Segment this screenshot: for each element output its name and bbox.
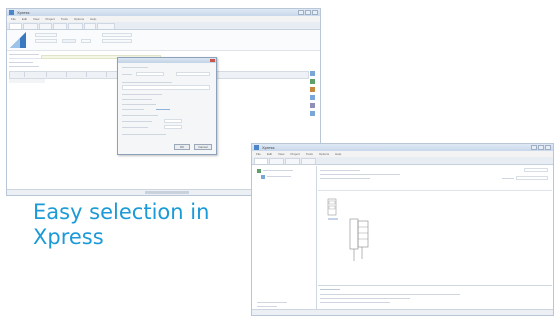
tab-5[interactable] xyxy=(67,23,84,29)
tab-3[interactable] xyxy=(284,158,301,164)
menu-file[interactable]: File xyxy=(256,152,261,156)
menu-edit[interactable]: Edit xyxy=(267,152,272,156)
tab-4[interactable] xyxy=(52,23,67,29)
menu-options[interactable]: Options xyxy=(74,17,84,21)
app-icon xyxy=(9,10,14,15)
field-6[interactable] xyxy=(102,39,132,43)
close-icon[interactable] xyxy=(312,10,318,15)
dialog-input[interactable] xyxy=(136,72,164,76)
tree-node-icon xyxy=(257,169,261,173)
menu-view[interactable]: View xyxy=(278,152,284,156)
dialog-field-a[interactable] xyxy=(164,119,182,123)
side-toolbar xyxy=(310,71,316,121)
menu-view[interactable]: View xyxy=(33,17,39,21)
status-text xyxy=(145,191,189,194)
details-header xyxy=(318,166,552,188)
window-title: Xpress xyxy=(17,10,30,15)
tree-node[interactable] xyxy=(257,169,297,173)
menu-project[interactable]: Project xyxy=(290,152,299,156)
header-panel xyxy=(7,30,320,51)
dialog-dropdown[interactable] xyxy=(176,72,210,76)
menu-help[interactable]: Help xyxy=(90,17,96,21)
cancel-button[interactable]: Cancel xyxy=(194,144,212,150)
component-drawing-icon xyxy=(327,198,369,261)
zoom-control[interactable] xyxy=(516,176,548,180)
toolbar-icon[interactable] xyxy=(310,79,315,84)
ok-button[interactable]: OK xyxy=(174,144,190,150)
ribbon-tabs xyxy=(7,22,320,30)
tab-2[interactable] xyxy=(23,23,38,29)
caption: Easy selection in Xpress xyxy=(33,200,223,250)
tab-2[interactable] xyxy=(268,158,284,164)
tab-7[interactable] xyxy=(97,23,116,29)
menu-tools[interactable]: Tools xyxy=(306,152,313,156)
tab-4[interactable] xyxy=(301,158,316,164)
log-panel xyxy=(318,285,552,310)
menu-edit[interactable]: Edit xyxy=(22,17,27,21)
selection-dialog: OK Cancel xyxy=(117,57,217,155)
toolbar-icon[interactable] xyxy=(310,87,315,92)
toolbar-icon[interactable] xyxy=(310,71,315,76)
title-bar: Xpress xyxy=(7,9,320,16)
minimize-icon[interactable] xyxy=(531,145,537,150)
minimize-icon[interactable] xyxy=(298,10,304,15)
table-row[interactable] xyxy=(9,79,45,83)
field-5[interactable] xyxy=(102,33,132,37)
window-title: Xpress xyxy=(262,145,275,150)
menu-file[interactable]: File xyxy=(11,17,16,21)
maximize-icon[interactable] xyxy=(305,10,311,15)
status-bar xyxy=(252,309,553,315)
title-bar: Xpress xyxy=(252,144,553,151)
tab-1[interactable] xyxy=(9,23,23,29)
logo-icon xyxy=(10,32,26,48)
menu-tools[interactable]: Tools xyxy=(61,17,68,21)
dialog-title-bar xyxy=(118,58,216,63)
menu-options[interactable]: Options xyxy=(319,152,329,156)
toolbar-icon[interactable] xyxy=(310,103,315,108)
cancel-button-label: Cancel xyxy=(198,145,208,149)
tab-3[interactable] xyxy=(38,23,52,29)
close-icon[interactable] xyxy=(210,59,215,62)
close-icon[interactable] xyxy=(545,145,551,150)
toolbar-icon[interactable] xyxy=(310,111,315,116)
tree-panel xyxy=(254,166,317,310)
caption-line-2: Xpress xyxy=(33,225,104,249)
field-2[interactable] xyxy=(35,39,57,43)
toolbar-icon[interactable] xyxy=(310,95,315,100)
app-icon xyxy=(254,145,259,150)
tree-node[interactable] xyxy=(261,175,297,179)
ribbon-tabs xyxy=(252,157,553,165)
menu-help[interactable]: Help xyxy=(335,152,341,156)
field-1[interactable] xyxy=(35,33,57,37)
field-3[interactable] xyxy=(62,39,76,43)
tab-6[interactable] xyxy=(84,23,97,29)
caption-line-1: Easy selection in xyxy=(33,200,210,224)
drawing-canvas[interactable] xyxy=(318,190,552,285)
dialog-field-b[interactable] xyxy=(164,125,182,129)
ok-button-label: OK xyxy=(179,145,185,149)
tab-1[interactable] xyxy=(254,158,268,164)
menu-project[interactable]: Project xyxy=(45,17,54,21)
screenshot-right-window: Xpress File Edit View Project Tools Opti… xyxy=(251,143,554,316)
field-4[interactable] xyxy=(81,39,91,43)
dialog-list[interactable] xyxy=(122,85,210,90)
tree-node-icon xyxy=(261,175,265,179)
maximize-icon[interactable] xyxy=(538,145,544,150)
search-input[interactable] xyxy=(524,168,548,172)
